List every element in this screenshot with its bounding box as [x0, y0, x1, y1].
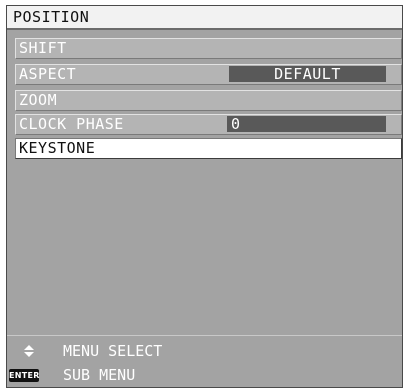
sub-menu-label: SUB MENU: [63, 366, 136, 384]
menu-item-label: ZOOM: [19, 91, 58, 109]
footer-divider: [7, 335, 402, 336]
menu-item-label: SHIFT: [19, 39, 67, 57]
menu-item-keystone[interactable]: KEYSTONE: [15, 138, 402, 159]
menu-select-label: MENU SELECT: [63, 342, 163, 360]
menu-item-shift[interactable]: SHIFT: [15, 38, 402, 59]
aspect-value: DEFAULT: [229, 66, 386, 83]
menu-item-zoom[interactable]: ZOOM: [15, 90, 402, 111]
clock-phase-value: 0: [227, 116, 386, 133]
menu-item-clock-phase[interactable]: CLOCK PHASE 0: [15, 114, 402, 135]
up-down-arrows-icon: [13, 341, 49, 361]
menu-item-label: ASPECT: [19, 65, 77, 83]
footer-sub-menu: ENTER SUB MENU: [7, 365, 402, 385]
menu-title: POSITION: [7, 6, 402, 30]
menu-item-aspect[interactable]: ASPECT DEFAULT: [15, 64, 402, 85]
footer-menu-select: MENU SELECT: [7, 341, 402, 361]
osd-menu-panel: POSITION SHIFT ASPECT DEFAULT ZOOM CLOCK…: [6, 5, 403, 388]
menu-item-label: CLOCK PHASE: [19, 115, 124, 133]
enter-button-icon: ENTER: [9, 369, 40, 382]
menu-item-label: KEYSTONE: [19, 139, 96, 157]
